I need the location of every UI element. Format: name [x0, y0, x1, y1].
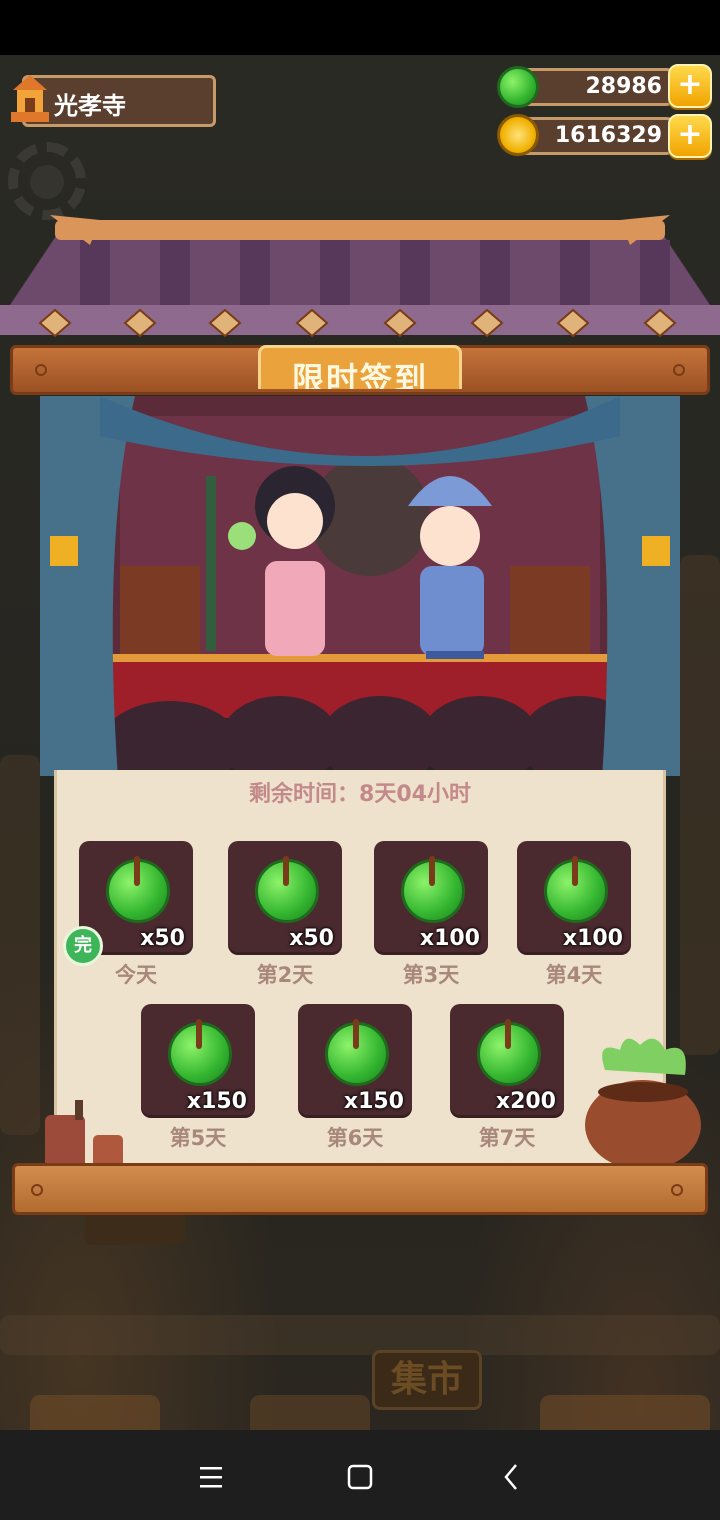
coin-amount: 1616329	[554, 123, 662, 148]
remaining-time: 剩余时间：8天04小时	[249, 782, 471, 807]
day-4-reward[interactable]: x100	[517, 841, 631, 955]
jars-decoration	[45, 1100, 123, 1170]
day-5-reward[interactable]: x150	[141, 1004, 255, 1118]
jade-icon	[401, 856, 465, 923]
gear-center	[30, 165, 64, 199]
location-name: 光孝寺	[54, 92, 126, 120]
menu-icon[interactable]	[186, 1455, 236, 1500]
day-4-label: 第4天	[545, 963, 603, 987]
bottom-beam	[12, 1163, 708, 1215]
temple-icon	[11, 75, 49, 122]
opera-stage-scene	[40, 396, 680, 776]
day-2-label: 第2天	[256, 963, 314, 987]
back-icon[interactable]	[486, 1455, 536, 1500]
day-1-label: 今天	[115, 963, 157, 987]
day-7-label: 第7天	[478, 1126, 536, 1150]
day-5-label: 第5天	[169, 1126, 227, 1150]
day-3-reward[interactable]: x100	[374, 841, 488, 955]
reward-amount: x150	[186, 1089, 247, 1114]
completed-badge: 完	[63, 926, 103, 966]
stage-roof	[0, 215, 720, 338]
home-icon[interactable]	[335, 1455, 385, 1500]
reward-amount: x150	[343, 1089, 404, 1114]
market-sign[interactable]: 集市	[372, 1350, 482, 1410]
add-coin-button[interactable]: +	[668, 114, 712, 158]
day-2-reward[interactable]: x50	[228, 841, 342, 955]
panel-title: 限时签到	[291, 360, 428, 389]
status-bar	[0, 0, 720, 55]
jade-icon	[477, 1019, 541, 1086]
plant-pot-decoration	[585, 1038, 701, 1170]
jade-icon	[325, 1019, 389, 1086]
jade-icon	[106, 856, 170, 923]
reward-amount: x50	[289, 926, 334, 951]
jade-amount: 28986	[585, 74, 662, 99]
jade-icon	[544, 856, 608, 923]
reward-amount: x100	[419, 926, 480, 951]
reward-amount: x50	[140, 926, 185, 951]
day-6-label: 第6天	[326, 1126, 384, 1150]
day-3-label: 第3天	[402, 963, 460, 987]
reward-amount: x200	[495, 1089, 556, 1114]
jade-icon	[255, 856, 319, 923]
day-6-reward[interactable]: x150	[298, 1004, 412, 1118]
add-jade-button[interactable]: +	[668, 64, 712, 108]
jade-icon	[168, 1019, 232, 1086]
title-sign: 限时签到	[258, 345, 462, 389]
day-7-reward[interactable]: x200	[450, 1004, 564, 1118]
reward-amount: x100	[562, 926, 623, 951]
